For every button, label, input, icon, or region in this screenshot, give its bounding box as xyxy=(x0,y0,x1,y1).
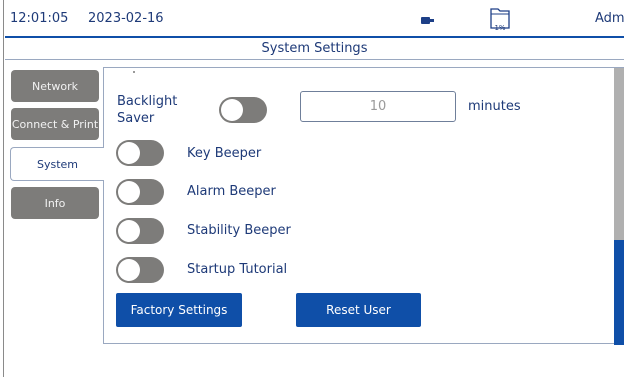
alarm-beeper-label: Alarm Beeper xyxy=(187,184,276,199)
page-title: System Settings xyxy=(5,38,624,60)
clock-date: 2023-02-16 xyxy=(88,11,164,26)
tab-label: Info xyxy=(44,196,66,210)
factory-settings-button[interactable]: Factory Settings xyxy=(116,293,242,327)
key-beeper-toggle[interactable] xyxy=(116,140,164,166)
tab-label: Network xyxy=(32,79,78,93)
tab-network[interactable]: Network xyxy=(11,70,99,102)
startup-tutorial-toggle[interactable] xyxy=(116,257,164,283)
factory-settings-label: Factory Settings xyxy=(130,303,228,317)
tab-connect-print[interactable]: Connect & Print xyxy=(11,108,99,140)
key-beeper-label: Key Beeper xyxy=(187,146,262,161)
scrollbar-upper[interactable] xyxy=(614,68,624,240)
reset-user-button[interactable]: Reset User xyxy=(296,293,421,327)
backlight-saver-label: Backlight xyxy=(117,94,178,109)
tab-system[interactable]: System xyxy=(10,147,104,181)
tab-label: System xyxy=(36,157,79,171)
stability-beeper-toggle[interactable] xyxy=(116,218,164,244)
tab-label: Connect & Print xyxy=(11,117,99,131)
user-name[interactable]: Admin xyxy=(595,11,624,26)
reset-user-label: Reset User xyxy=(326,303,391,317)
minutes-unit-label: minutes xyxy=(468,99,521,114)
window-left-border xyxy=(0,0,4,377)
usb-icon xyxy=(421,17,435,24)
storage-percent: 1% xyxy=(494,24,506,32)
scrollbar-thumb[interactable] xyxy=(614,240,624,345)
tab-info[interactable]: Info xyxy=(11,187,99,219)
backlight-minutes-input[interactable]: 10 xyxy=(300,91,456,122)
stability-beeper-label: Stability Beeper xyxy=(187,223,291,238)
backlight-saver-toggle[interactable] xyxy=(219,97,267,123)
startup-tutorial-label: Startup Tutorial xyxy=(187,262,288,277)
scroll-indicator-dot xyxy=(133,71,135,73)
alarm-beeper-toggle[interactable] xyxy=(116,179,164,205)
status-bar: 12:01:05 2023-02-16 1% Admin xyxy=(5,0,624,38)
clock-time: 12:01:05 xyxy=(10,11,69,26)
backlight-saver-label-line2: Saver xyxy=(117,111,155,126)
